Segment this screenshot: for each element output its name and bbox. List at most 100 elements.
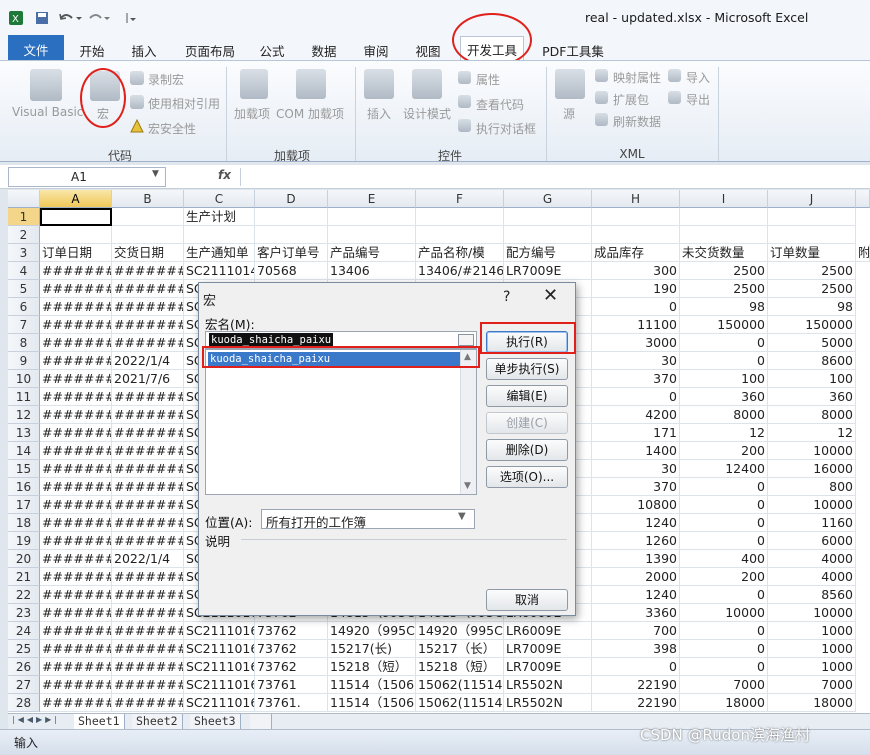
- grid-cell[interactable]: ########: [40, 514, 112, 532]
- grid-cell[interactable]: 15218（短）: [328, 658, 416, 676]
- grid-cell[interactable]: ########: [40, 424, 112, 442]
- row-header[interactable]: 14: [8, 442, 40, 460]
- grid-cell[interactable]: SC2111016: [184, 622, 255, 640]
- grid-cell[interactable]: 300: [592, 262, 680, 280]
- grid-cell[interactable]: 附: [856, 244, 870, 262]
- column-header[interactable]: G: [504, 190, 592, 208]
- grid-cell[interactable]: LR7009E: [504, 640, 592, 658]
- grid-cell[interactable]: LR7009E: [504, 262, 592, 280]
- grid-cell[interactable]: ########: [40, 658, 112, 676]
- grid-cell[interactable]: [416, 226, 504, 244]
- grid-cell[interactable]: ########: [112, 262, 184, 280]
- collapse-dialog-icon[interactable]: [458, 334, 474, 346]
- grid-cell[interactable]: 0: [680, 532, 768, 550]
- grid-cell[interactable]: 6000: [768, 532, 856, 550]
- grid-cell[interactable]: 10000: [768, 496, 856, 514]
- grid-cell[interactable]: 2500: [680, 280, 768, 298]
- sheet-nav-icon[interactable]: |◀◀▶▶|: [12, 715, 60, 724]
- grid-cell[interactable]: [112, 208, 184, 226]
- grid-cell[interactable]: [768, 226, 856, 244]
- grid-cell[interactable]: ########: [112, 514, 184, 532]
- grid-cell[interactable]: 30: [592, 352, 680, 370]
- name-box[interactable]: A1: [8, 167, 166, 187]
- grid-cell[interactable]: ########: [40, 550, 112, 568]
- grid-cell[interactable]: 1390: [592, 550, 680, 568]
- refresh-data-button[interactable]: 刷新数据: [613, 113, 661, 130]
- grid-cell[interactable]: [592, 208, 680, 226]
- column-header[interactable]: [856, 190, 870, 208]
- grid-cell[interactable]: 0: [680, 334, 768, 352]
- grid-cell[interactable]: 12: [680, 424, 768, 442]
- grid-cell[interactable]: 0: [592, 298, 680, 316]
- sheet-tab-2[interactable]: Sheet2: [132, 714, 183, 729]
- column-header[interactable]: J: [768, 190, 856, 208]
- edit-button[interactable]: 编辑(E): [486, 385, 568, 407]
- grid-cell[interactable]: 11514（1506: [328, 676, 416, 694]
- tab-insert[interactable]: 插入: [124, 38, 164, 60]
- grid-cell[interactable]: 1000: [768, 622, 856, 640]
- grid-cell[interactable]: 15217（长）: [416, 640, 504, 658]
- row-header[interactable]: 23: [8, 604, 40, 622]
- expansion-pack-button[interactable]: 扩展包: [613, 91, 649, 108]
- map-properties-button[interactable]: 映射属性: [613, 69, 661, 86]
- grid-cell[interactable]: LR5502N: [504, 676, 592, 694]
- grid-cell[interactable]: 370: [592, 370, 680, 388]
- grid-cell[interactable]: 200: [680, 442, 768, 460]
- grid-cell[interactable]: ########: [112, 676, 184, 694]
- row-header[interactable]: 27: [8, 676, 40, 694]
- grid-cell[interactable]: 800: [768, 478, 856, 496]
- grid-cell[interactable]: 171: [592, 424, 680, 442]
- grid-cell[interactable]: 73762: [255, 658, 328, 676]
- tab-formulas[interactable]: 公式: [252, 38, 292, 60]
- row-header[interactable]: 3: [8, 244, 40, 262]
- customize-qat-icon[interactable]: [122, 10, 138, 26]
- row-header[interactable]: 13: [8, 424, 40, 442]
- row-header[interactable]: 22: [8, 586, 40, 604]
- close-icon[interactable]: ✕: [543, 285, 558, 306]
- grid-cell[interactable]: 1000: [768, 658, 856, 676]
- chevron-down-icon[interactable]: ▼: [458, 511, 466, 522]
- grid-cell[interactable]: 8000: [680, 406, 768, 424]
- grid-cell[interactable]: ########: [40, 478, 112, 496]
- grid-cell[interactable]: ########: [112, 460, 184, 478]
- grid-cell[interactable]: 2022/1/4: [112, 550, 184, 568]
- record-macro-button[interactable]: 录制宏: [148, 71, 184, 88]
- row-header[interactable]: 16: [8, 478, 40, 496]
- column-header[interactable]: D: [255, 190, 328, 208]
- grid-cell[interactable]: 1240: [592, 514, 680, 532]
- grid-cell[interactable]: ########: [112, 622, 184, 640]
- grid-cell[interactable]: ########: [40, 262, 112, 280]
- grid-cell[interactable]: [40, 226, 112, 244]
- sheet-tab-3[interactable]: Sheet3: [190, 714, 241, 729]
- grid-cell[interactable]: 0: [680, 586, 768, 604]
- help-icon[interactable]: ?: [503, 289, 510, 305]
- grid-cell[interactable]: [328, 226, 416, 244]
- grid-cell[interactable]: [592, 226, 680, 244]
- create-button[interactable]: 创建(C): [486, 412, 568, 434]
- grid-cell[interactable]: ########: [112, 478, 184, 496]
- formula-input[interactable]: [240, 168, 862, 186]
- macro-list[interactable]: kuoda_shaicha_paixu ▲ ▼: [205, 349, 477, 495]
- grid-cell[interactable]: ########: [40, 640, 112, 658]
- grid-cell[interactable]: 398: [592, 640, 680, 658]
- row-header[interactable]: 9: [8, 352, 40, 370]
- grid-cell[interactable]: [504, 208, 592, 226]
- grid-cell[interactable]: 370: [592, 478, 680, 496]
- grid-cell[interactable]: 22190: [592, 694, 680, 712]
- com-addins-button[interactable]: COM 加载项: [276, 105, 344, 122]
- grid-cell[interactable]: 73761.: [255, 694, 328, 712]
- grid-cell[interactable]: ########: [112, 604, 184, 622]
- grid-cell[interactable]: LR7009E: [504, 658, 592, 676]
- grid-cell[interactable]: 150000: [768, 316, 856, 334]
- grid-cell[interactable]: 70568: [255, 262, 328, 280]
- undo-icon[interactable]: [58, 10, 82, 26]
- list-scrollbar[interactable]: ▲ ▼: [460, 350, 476, 494]
- grid-cell[interactable]: ########: [112, 586, 184, 604]
- delete-button[interactable]: 删除(D): [486, 439, 568, 461]
- column-header[interactable]: H: [592, 190, 680, 208]
- grid-cell[interactable]: 16000: [768, 460, 856, 478]
- grid-cell[interactable]: 360: [768, 388, 856, 406]
- row-header[interactable]: 18: [8, 514, 40, 532]
- function-icon[interactable]: fx: [218, 168, 231, 182]
- grid-cell[interactable]: [680, 208, 768, 226]
